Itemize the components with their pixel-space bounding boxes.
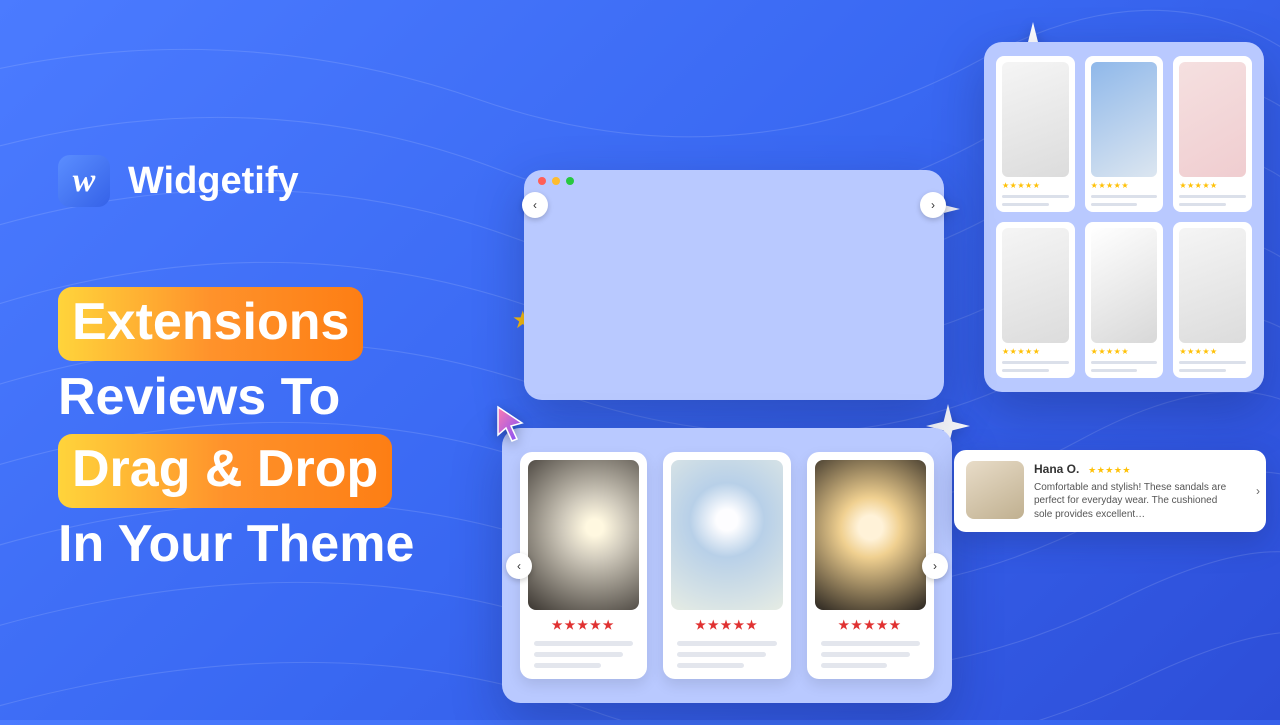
grid-card[interactable]: ★★★★★ (1173, 222, 1252, 378)
product-card[interactable]: ★★★★★ (520, 452, 647, 679)
review-stars-icon: ★★★★★ (1088, 465, 1131, 475)
reviewer-name: Hana O. (1034, 461, 1079, 477)
headline: Extensions Reviews To Drag & Drop In You… (58, 287, 414, 577)
brand-row: w Widgetify (58, 155, 414, 207)
brand-logo: w (58, 155, 110, 207)
cursor-icon (494, 405, 528, 448)
review-next-button[interactable]: › (1256, 484, 1260, 498)
brand-name: Widgetify (128, 160, 299, 203)
logo-letter: w (73, 162, 96, 200)
headline-line-4: In Your Theme (58, 512, 414, 577)
window-min-icon (552, 177, 560, 185)
carousel-prev-button[interactable]: ‹ (522, 192, 548, 218)
grid-card[interactable]: ★★★★★ (996, 56, 1075, 212)
grid-card[interactable]: ★★★★★ (996, 222, 1075, 378)
carousel-next-button[interactable]: › (922, 553, 948, 579)
product-card[interactable]: ★★★★★ (663, 452, 790, 679)
carousel-next-button[interactable]: › (920, 192, 946, 218)
grid-card[interactable]: ★★★★★ (1085, 56, 1164, 212)
window-close-icon (538, 177, 546, 185)
review-text: Comfortable and stylish! These sandals a… (1034, 481, 1238, 522)
window-controls (524, 170, 944, 192)
headline-line-2: Reviews To (58, 365, 414, 430)
grid-card[interactable]: ★★★★★ (1085, 222, 1164, 378)
product-carousel-panel: ‹ ★★★★★ ★★★★★ ★★★★★ › (502, 428, 952, 703)
product-card[interactable]: ★★★★★ (807, 452, 934, 679)
headline-tag-1: Extensions (58, 287, 363, 361)
grid-card[interactable]: ★★★★★ (1173, 56, 1252, 212)
review-card[interactable]: Hana O. ★★★★★ Comfortable and stylish! T… (954, 450, 1266, 532)
review-thumbnail (966, 461, 1024, 519)
window-max-icon (566, 177, 574, 185)
review-grid-panel: ★★★★★ ★★★★★ ★★★★★ ★★★★★ ★★★★★ ★★★★★ (984, 42, 1264, 392)
carousel-prev-button[interactable]: ‹ (506, 553, 532, 579)
photo-carousel-panel: ‹ Alexa M.★★★★★ Micheal S.★★★★★ Andrea★★… (524, 170, 944, 400)
headline-tag-2: Drag & Drop (58, 434, 392, 508)
